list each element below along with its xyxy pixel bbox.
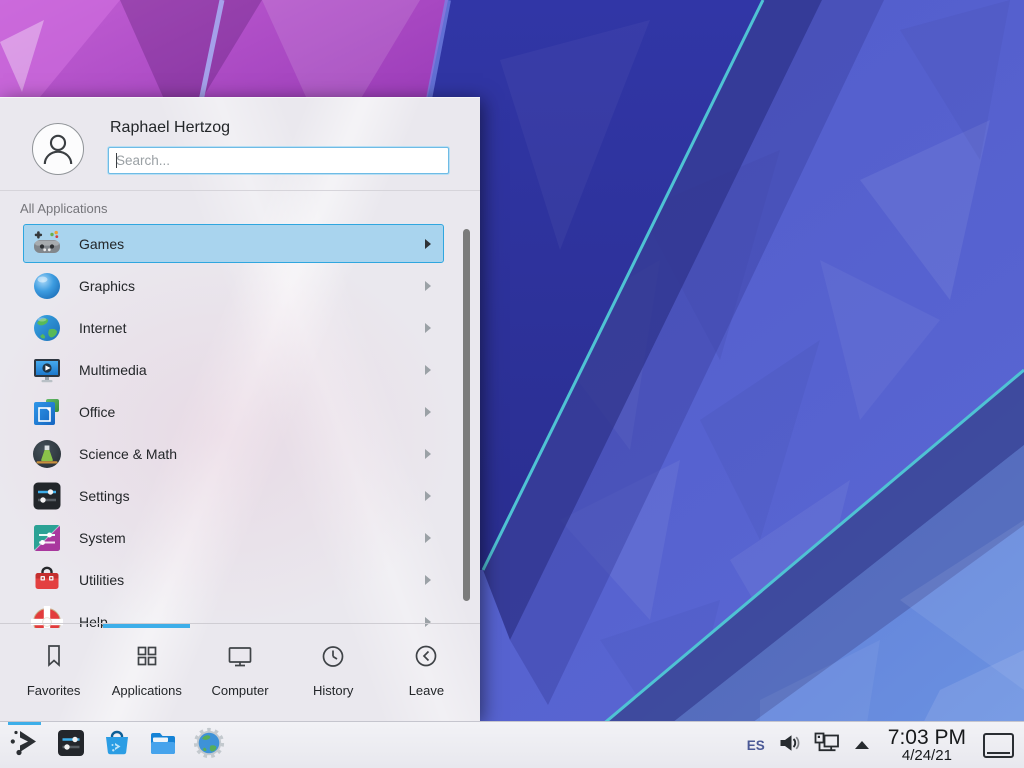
active-tab-indicator — [103, 624, 190, 628]
globe-gear-icon — [192, 726, 226, 765]
application-launcher-menu: Raphael Hertzog All Applications — [0, 97, 480, 721]
menu-category-internet[interactable]: Internet — [23, 308, 444, 347]
volume-icon[interactable] — [778, 733, 801, 758]
category-list: Games Graphics — [0, 219, 480, 628]
gamepad-icon — [31, 228, 63, 260]
kali-menu-icon — [8, 726, 42, 765]
submenu-arrow-icon — [425, 407, 431, 417]
system-sliders-icon — [31, 522, 63, 554]
tab-leave[interactable]: Leave — [380, 636, 473, 698]
submenu-arrow-icon — [425, 281, 431, 291]
menu-category-label: Internet — [79, 320, 126, 336]
menu-category-office[interactable]: Office — [23, 392, 444, 431]
history-clock-icon — [319, 642, 347, 675]
keyboard-layout-indicator[interactable]: ES — [747, 738, 765, 753]
user-avatar-icon[interactable] — [32, 123, 84, 175]
folder-icon — [146, 726, 180, 765]
submenu-arrow-icon — [425, 533, 431, 543]
search-input[interactable] — [108, 147, 449, 174]
tabbar-separator — [0, 623, 480, 624]
menu-category-label: Games — [79, 236, 124, 252]
discover-bag-icon — [100, 726, 134, 765]
flask-icon — [31, 438, 63, 470]
application-launcher-button[interactable] — [8, 728, 42, 762]
system-tray: ES 7:03 PM 4/2 — [747, 727, 1014, 764]
menu-category-settings[interactable]: Settings — [23, 476, 444, 515]
menu-category-label: Graphics — [79, 278, 135, 294]
search-box — [108, 147, 449, 174]
section-label: All Applications — [20, 201, 107, 216]
submenu-arrow-icon — [425, 365, 431, 375]
menu-category-label: Office — [79, 404, 115, 420]
menu-category-label: Multimedia — [79, 362, 147, 378]
tab-history[interactable]: History — [287, 636, 380, 698]
user-name: Raphael Hertzog — [110, 119, 230, 137]
tab-label: Favorites — [27, 683, 80, 698]
toolbox-icon — [31, 564, 63, 596]
menu-category-system[interactable]: System — [23, 518, 444, 557]
menu-category-games[interactable]: Games — [23, 224, 444, 263]
menu-category-label: Science & Math — [79, 446, 177, 462]
menu-category-utilities[interactable]: Utilities — [23, 560, 444, 599]
submenu-arrow-icon — [425, 323, 431, 333]
clock-date: 4/24/21 — [888, 748, 966, 764]
list-scrollbar[interactable] — [463, 229, 470, 601]
submenu-arrow-icon — [425, 575, 431, 585]
settings-sliders-icon — [54, 726, 88, 765]
menu-category-label: System — [79, 530, 126, 546]
app-grid-icon — [133, 642, 161, 675]
menu-category-multimedia[interactable]: Multimedia — [23, 350, 444, 389]
tab-label: History — [313, 683, 353, 698]
text-caret — [116, 153, 117, 168]
leave-icon — [412, 642, 440, 675]
header-separator — [0, 190, 480, 191]
globe-icon — [31, 312, 63, 344]
submenu-arrow-icon — [425, 449, 431, 459]
taskbar: ES 7:03 PM 4/2 — [0, 721, 1024, 768]
file-manager-button[interactable] — [146, 728, 180, 762]
menu-category-label: Settings — [79, 488, 130, 504]
web-browser-button[interactable] — [192, 728, 226, 762]
taskbar-launchers — [8, 728, 226, 762]
tab-label: Leave — [409, 683, 444, 698]
desktop: Raphael Hertzog All Applications — [0, 0, 1024, 768]
computer-icon — [226, 642, 254, 675]
tab-label: Applications — [112, 683, 182, 698]
network-icon[interactable] — [814, 732, 840, 759]
tab-favorites[interactable]: Favorites — [7, 636, 100, 698]
kickoff-tab-bar: Favorites Applications — [7, 636, 473, 698]
tab-applications[interactable]: Applications — [100, 636, 193, 698]
monitor-play-icon — [31, 354, 63, 386]
submenu-arrow-icon — [425, 617, 431, 627]
lifebuoy-icon — [31, 606, 63, 629]
show-desktop-button[interactable] — [983, 733, 1014, 758]
tab-label: Computer — [211, 683, 268, 698]
submenu-arrow-icon — [425, 239, 431, 249]
menu-category-science-math[interactable]: Science & Math — [23, 434, 444, 473]
tab-computer[interactable]: Computer — [193, 636, 286, 698]
expand-tray-icon[interactable] — [855, 741, 869, 749]
menu-category-graphics[interactable]: Graphics — [23, 266, 444, 305]
bookmark-icon — [40, 642, 68, 675]
discover-button[interactable] — [100, 728, 134, 762]
clock-time: 7:03 PM — [888, 727, 966, 748]
system-settings-button[interactable] — [54, 728, 88, 762]
sliders-icon — [31, 480, 63, 512]
digital-clock[interactable]: 7:03 PM 4/24/21 — [888, 727, 966, 764]
submenu-arrow-icon — [425, 491, 431, 501]
menu-category-label: Utilities — [79, 572, 124, 588]
menu-category-help[interactable]: Help — [23, 602, 444, 628]
sphere-icon — [31, 270, 63, 302]
documents-icon — [31, 396, 63, 428]
